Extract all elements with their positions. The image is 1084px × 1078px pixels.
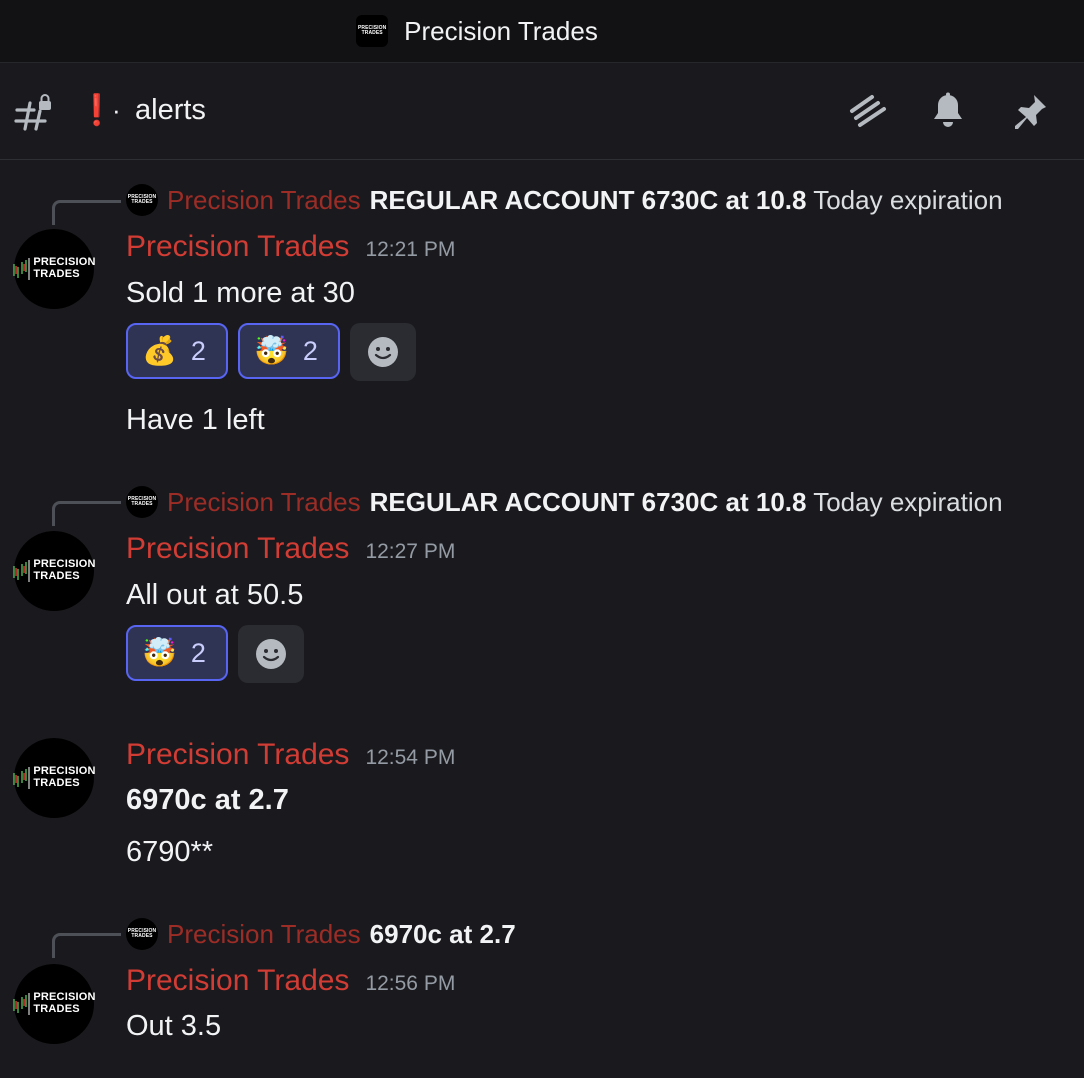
author-name[interactable]: Precision Trades — [126, 532, 349, 566]
reply-connector — [52, 933, 121, 958]
message-text: 6970c at 2.7 — [126, 784, 289, 816]
exploding-head-icon: 🤯 — [254, 335, 289, 366]
message-text: Out 3.5 — [126, 1010, 222, 1042]
reaction-exploding-head[interactable]: 🤯 2 — [126, 625, 228, 681]
logo: PRECISION TRADES — [357, 25, 387, 36]
bell-icon[interactable] — [928, 91, 968, 131]
money-bag-icon: 💰 — [142, 335, 177, 366]
reply-connector — [52, 501, 121, 526]
server-icon[interactable]: PRECISION TRADES — [356, 15, 389, 47]
reply-content: 6970c at 2.7 — [369, 918, 516, 949]
message-text: Sold 1 more at 30 — [126, 277, 355, 309]
author-name[interactable]: Precision Trades — [126, 964, 349, 998]
add-reaction-button[interactable] — [238, 625, 304, 683]
logo: PRECISION TRADES — [13, 558, 96, 582]
logo: PRECISION TRADES — [13, 256, 96, 280]
message-text: All out at 50.5 — [126, 579, 304, 611]
channel-header: ❗ · alerts — [0, 63, 1084, 160]
threads-icon[interactable] — [848, 91, 888, 131]
message-header: Precision Trades 12:21 PM — [126, 230, 455, 264]
reply-author[interactable]: Precision Trades — [167, 185, 361, 216]
avatar[interactable]: PRECISION TRADES — [13, 531, 96, 611]
reaction-count: 2 — [190, 335, 206, 366]
avatar[interactable]: PRECISION TRADES — [13, 964, 96, 1044]
reply-author[interactable]: Precision Trades — [167, 919, 361, 950]
timestamp[interactable]: 12:56 PM — [365, 972, 455, 996]
message-header: Precision Trades 12:54 PM — [126, 738, 455, 772]
logo: PRECISION TRADES — [13, 765, 96, 789]
reply-avatar: PRECISION TRADES — [126, 184, 158, 216]
avatar[interactable]: PRECISION TRADES — [13, 229, 96, 309]
server-name: Precision Trades — [404, 15, 598, 46]
smiley-icon — [256, 639, 286, 669]
timestamp[interactable]: 12:27 PM — [365, 540, 455, 564]
author-name[interactable]: Precision Trades — [126, 230, 349, 264]
message-text: Have 1 left — [126, 404, 265, 436]
reactions: 🤯 2 — [126, 625, 304, 683]
reply-preview[interactable]: PRECISION TRADES Precision Trades 6970c a… — [126, 918, 516, 950]
add-reaction-button[interactable] — [350, 323, 416, 381]
author-name[interactable]: Precision Trades — [126, 738, 349, 772]
locked-channel-hash-icon — [14, 94, 51, 131]
alert-icon: ❗ — [78, 94, 116, 127]
reply-preview[interactable]: PRECISION TRADES Precision Trades REGULAR… — [126, 486, 1003, 518]
smiley-icon — [368, 337, 398, 367]
title-bar: PRECISION TRADES Precision Trades — [0, 0, 1084, 63]
logo: PRECISION TRADES — [13, 991, 96, 1015]
reaction-money-bag[interactable]: 💰 2 — [126, 323, 228, 379]
avatar[interactable]: PRECISION TRADES — [13, 738, 96, 818]
timestamp[interactable]: 12:54 PM — [365, 746, 455, 770]
message-header: Precision Trades 12:27 PM — [126, 532, 455, 566]
message-text: 6790** — [126, 836, 214, 868]
pin-icon[interactable] — [1010, 91, 1050, 131]
reply-avatar: PRECISION TRADES — [126, 486, 158, 518]
reply-preview[interactable]: PRECISION TRADES Precision Trades REGULAR… — [126, 184, 1003, 216]
reply-content: REGULAR ACCOUNT 6730C at 10.8 Today expi… — [369, 184, 1003, 215]
reply-author[interactable]: Precision Trades — [167, 487, 361, 518]
channel-name: alerts — [135, 94, 206, 126]
reply-content: REGULAR ACCOUNT 6730C at 10.8 Today expi… — [369, 486, 1003, 517]
reply-connector — [52, 200, 121, 225]
reactions: 💰 2 🤯 2 — [126, 323, 416, 381]
timestamp[interactable]: 12:21 PM — [365, 238, 455, 262]
reaction-exploding-head[interactable]: 🤯 2 — [238, 323, 340, 379]
message-header: Precision Trades 12:56 PM — [126, 964, 455, 998]
channel-separator: · — [112, 95, 121, 125]
reaction-count: 2 — [190, 637, 206, 668]
reply-avatar: PRECISION TRADES — [126, 918, 158, 950]
reaction-count: 2 — [302, 335, 318, 366]
exploding-head-icon: 🤯 — [142, 637, 177, 668]
